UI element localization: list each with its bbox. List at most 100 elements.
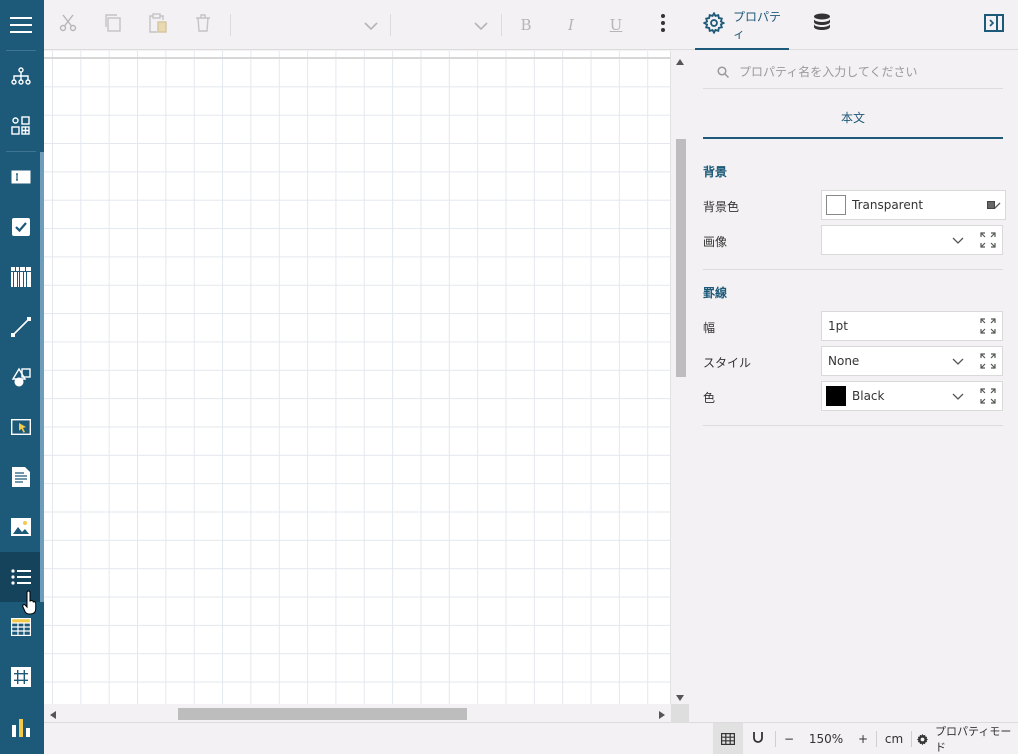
property-mode-button[interactable]: プロパティモード — [916, 723, 1014, 754]
group-divider — [703, 269, 1003, 270]
sidebar-item-barcode[interactable] — [0, 252, 41, 302]
panel-tabs: プロパティ — [689, 0, 1018, 50]
sidebar-item-shapes[interactable] — [0, 352, 41, 402]
table-icon — [10, 618, 31, 636]
triangle-right-icon — [659, 704, 665, 723]
color-swatch — [826, 195, 846, 215]
image-icon — [10, 518, 31, 536]
collapse-panel-button[interactable] — [979, 0, 1009, 50]
sidebar-item-textbox[interactable] — [0, 152, 41, 202]
chevron-down-icon — [951, 390, 965, 404]
zoom-level-value: 150% — [808, 732, 844, 746]
unit-selector[interactable]: cm — [880, 723, 908, 754]
triangle-up-icon — [676, 50, 684, 69]
status-divider — [911, 731, 912, 747]
snap-toggle-button[interactable] — [744, 723, 772, 754]
sidebar-item-checkbox[interactable] — [0, 202, 41, 252]
cut-button[interactable] — [56, 13, 80, 37]
border-color-select[interactable]: Black — [821, 381, 1003, 411]
underline-button[interactable]: U — [604, 13, 628, 37]
sidebar-item-components[interactable] — [0, 101, 41, 151]
menu-button[interactable] — [0, 0, 41, 50]
border-style-label: スタイル — [703, 356, 752, 370]
zoom-in-button[interactable]: + — [853, 723, 873, 754]
group-title-background: 背景 — [703, 165, 728, 179]
expand-icon[interactable] — [980, 388, 996, 404]
zoom-level[interactable]: 150% — [802, 723, 850, 754]
font-size-dropdown[interactable] — [400, 13, 490, 37]
search-icon — [717, 65, 729, 78]
delete-button[interactable] — [191, 13, 215, 37]
tab-body-label: 本文 — [840, 111, 865, 125]
group-title-border: 罫線 — [703, 286, 728, 300]
border-color-value: Black — [852, 389, 885, 403]
horizontal-scrollbar[interactable] — [44, 704, 671, 722]
copy-icon — [104, 14, 122, 36]
vertical-scrollbar[interactable] — [671, 51, 689, 704]
sidebar-item-line[interactable] — [0, 302, 41, 352]
scroll-right-button[interactable] — [655, 706, 669, 720]
border-style-value: None — [828, 354, 860, 368]
sidebar-item-select[interactable] — [0, 402, 41, 452]
italic-button[interactable]: I — [559, 13, 583, 37]
bg-color-value: Transparent — [852, 198, 924, 212]
triangle-down-icon — [676, 686, 684, 705]
checkbox-icon — [11, 218, 30, 236]
sidebar-item-grid[interactable] — [0, 652, 41, 702]
editor-toolbar: B I U — [44, 0, 689, 50]
border-width-input[interactable]: 1pt — [821, 311, 1003, 341]
scroll-down-button[interactable] — [673, 688, 687, 702]
zoom-out-button[interactable]: − — [779, 723, 799, 754]
sidebar-item-image[interactable] — [0, 502, 41, 552]
zoom-out-label: − — [783, 732, 795, 746]
group-divider — [703, 425, 1003, 426]
magnet-icon — [752, 730, 764, 749]
vertical-scroll-thumb[interactable] — [676, 139, 686, 377]
paste-button[interactable] — [146, 13, 170, 37]
richtext-icon — [11, 467, 30, 487]
tab-properties-label: プロパティ — [733, 10, 782, 41]
report-canvas[interactable] — [44, 51, 671, 704]
more-button[interactable] — [651, 13, 675, 37]
chevron-down-icon — [364, 16, 378, 35]
border-style-select[interactable]: None — [821, 346, 1003, 376]
tab-properties[interactable]: プロパティ — [695, 0, 789, 50]
sidebar-item-chart[interactable] — [0, 702, 41, 752]
toolbar-divider — [501, 14, 502, 36]
sidebar-item-richtext[interactable] — [0, 452, 41, 502]
color-swatch — [826, 386, 846, 406]
tab-data[interactable] — [807, 0, 837, 50]
bg-color-select[interactable]: Transparent — [821, 190, 1006, 220]
color-indicator — [987, 201, 995, 209]
expand-icon[interactable] — [980, 353, 996, 369]
more-vertical-icon — [660, 14, 666, 36]
tool-sidebar — [0, 0, 44, 754]
horizontal-scroll-thumb[interactable] — [178, 708, 467, 720]
border-width-label: 幅 — [703, 321, 716, 335]
select-icon — [10, 419, 31, 435]
font-family-dropdown[interactable] — [240, 13, 380, 37]
border-width-value: 1pt — [828, 319, 848, 333]
copy-button[interactable] — [101, 13, 125, 37]
property-search — [703, 55, 1003, 89]
chevron-down-icon — [951, 234, 965, 248]
database-icon — [813, 13, 831, 37]
textbox-icon — [11, 170, 31, 184]
expand-icon[interactable] — [980, 318, 996, 334]
status-divider — [775, 731, 776, 747]
sidebar-item-tree[interactable] — [0, 51, 41, 101]
gear-icon — [702, 11, 726, 38]
bold-label: B — [520, 16, 532, 34]
grid-toggle-button[interactable] — [713, 723, 743, 754]
scroll-left-button[interactable] — [46, 706, 60, 720]
tab-body[interactable]: 本文 — [703, 98, 1003, 139]
bold-button[interactable]: B — [514, 13, 538, 37]
search-input[interactable] — [739, 64, 989, 79]
unit-value: cm — [884, 732, 904, 746]
menu-icon — [9, 16, 32, 34]
expand-icon[interactable] — [980, 232, 996, 248]
chart-icon — [11, 717, 31, 737]
scissors-icon — [59, 14, 77, 36]
image-select[interactable] — [821, 225, 1003, 255]
scroll-up-button[interactable] — [673, 52, 687, 66]
